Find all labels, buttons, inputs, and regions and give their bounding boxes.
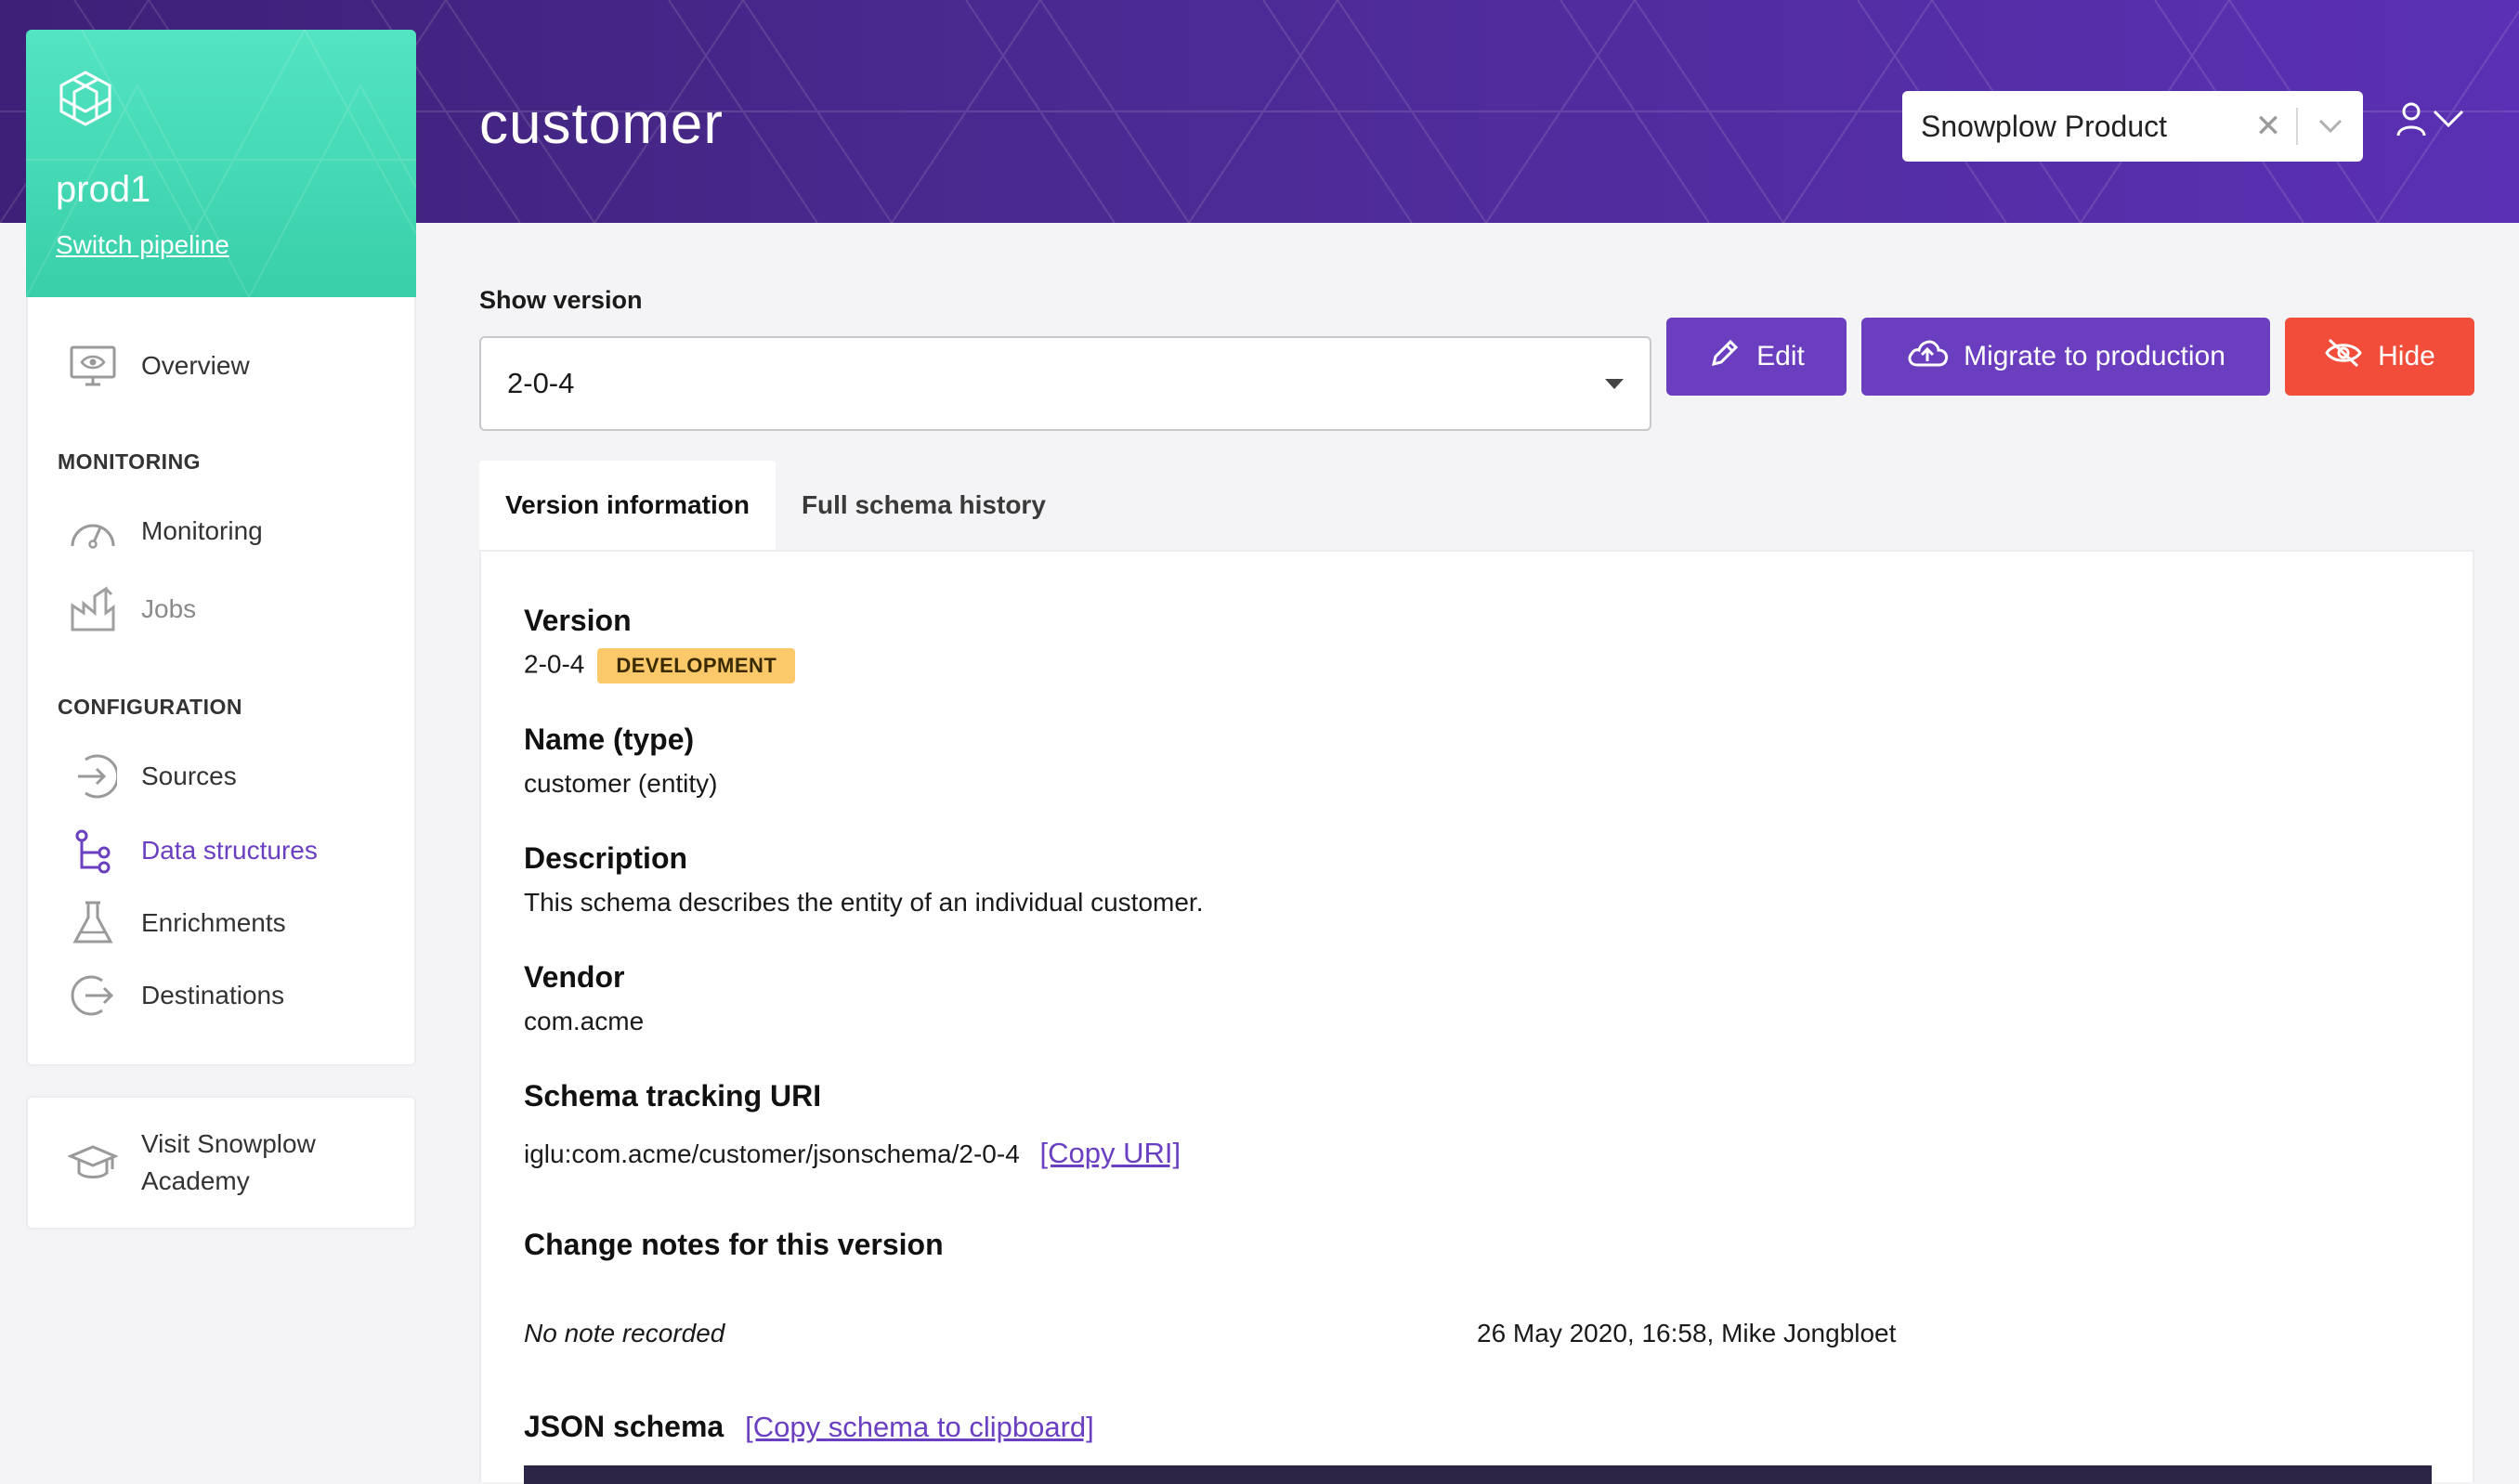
caret-down-icon xyxy=(1605,378,1624,389)
chevron-down-icon xyxy=(2432,109,2465,134)
change-notes-label: Change notes for this version xyxy=(524,1228,944,1261)
organization-select[interactable]: Snowplow Product ✕ xyxy=(1902,91,2363,162)
note-timestamp-author: 26 May 2020, 16:58, Mike Jongbloet xyxy=(1477,1319,1897,1347)
migrate-button-label: Migrate to production xyxy=(1964,341,2225,371)
schema-uri-row: iglu:com.acme/customer/jsonschema/2-0-4 … xyxy=(524,1137,1181,1170)
factory-icon xyxy=(65,581,121,637)
schema-uri-value: iglu:com.acme/customer/jsonschema/2-0-4 xyxy=(524,1139,1020,1168)
page-title: customer xyxy=(479,92,724,156)
graduation-cap-icon xyxy=(65,1143,121,1182)
sidebar: Overview MONITORING Monitoring Jobs CONF… xyxy=(26,297,416,1066)
description-label: Description xyxy=(524,841,688,875)
sidebar-item-label: Data structures xyxy=(141,836,318,865)
pencil-icon xyxy=(1708,336,1742,377)
show-version-label: Show version xyxy=(479,286,643,314)
cloud-upload-icon xyxy=(1906,337,1949,376)
sidebar-item-label: Jobs xyxy=(141,594,197,623)
section-heading-monitoring: MONITORING xyxy=(58,449,202,474)
section-heading-configuration: CONFIGURATION xyxy=(58,695,243,719)
flask-icon xyxy=(65,895,121,951)
data-structures-icon xyxy=(65,823,121,879)
json-schema-row: JSON schema [Copy schema to clipboard] xyxy=(524,1410,1094,1444)
pipeline-card: prod1 Switch pipeline xyxy=(26,30,416,297)
tab-full-schema-history[interactable]: Full schema history xyxy=(776,461,1072,550)
sidebar-item-destinations[interactable]: Destinations xyxy=(28,966,414,1025)
hide-button-label: Hide xyxy=(2378,341,2435,371)
json-schema-code-block xyxy=(524,1465,2432,1484)
sidebar-item-label: Overview xyxy=(141,351,250,380)
no-note-text: No note recorded xyxy=(524,1319,725,1347)
sidebar-item-sources[interactable]: Sources xyxy=(28,747,414,806)
version-value: 2-0-4 xyxy=(524,649,585,679)
gauge-icon xyxy=(65,503,121,559)
sidebar-item-enrichments[interactable]: Enrichments xyxy=(28,893,414,953)
vendor-label: Vendor xyxy=(524,960,625,994)
sign-out-icon xyxy=(65,968,121,1023)
close-icon[interactable]: ✕ xyxy=(2240,108,2296,145)
version-select[interactable]: 2-0-4 xyxy=(479,336,1651,431)
copy-schema-link[interactable]: [Copy schema to clipboard] xyxy=(745,1411,1094,1443)
academy-link[interactable]: Visit Snowplow Academy xyxy=(26,1096,416,1230)
vendor-value: com.acme xyxy=(524,1007,645,1035)
name-value: customer (entity) xyxy=(524,769,718,798)
edit-button[interactable]: Edit xyxy=(1666,318,1847,396)
tab-bar: Version information Full schema history xyxy=(479,461,1072,550)
status-badge: DEVELOPMENT xyxy=(597,648,796,683)
switch-pipeline-link[interactable]: Switch pipeline xyxy=(56,230,229,260)
sign-in-icon xyxy=(65,749,121,804)
edit-button-label: Edit xyxy=(1756,341,1805,371)
hide-button[interactable]: Hide xyxy=(2285,318,2474,396)
version-value-row: 2-0-4 DEVELOPMENT xyxy=(524,648,796,683)
user-icon xyxy=(2395,100,2428,142)
academy-label: Visit Snowplow Academy xyxy=(141,1129,316,1195)
sidebar-item-label: Enrichments xyxy=(141,908,286,937)
sidebar-item-data-structures[interactable]: Data structures xyxy=(28,821,414,880)
sidebar-item-monitoring[interactable]: Monitoring xyxy=(28,501,414,561)
name-label: Name (type) xyxy=(524,722,695,756)
tab-version-information[interactable]: Version information xyxy=(479,461,776,550)
version-information-panel: Version 2-0-4 DEVELOPMENT Name (type) cus… xyxy=(479,550,2474,1484)
version-label: Version xyxy=(524,604,632,637)
sidebar-item-overview[interactable]: Overview xyxy=(28,336,414,396)
sidebar-item-label: Sources xyxy=(141,762,237,790)
eye-slash-icon xyxy=(2324,337,2363,376)
json-schema-label: JSON schema xyxy=(524,1410,724,1443)
version-select-value: 2-0-4 xyxy=(507,367,575,399)
monitor-eye-icon xyxy=(65,338,121,394)
migrate-to-production-button[interactable]: Migrate to production xyxy=(1861,318,2270,396)
user-menu[interactable] xyxy=(2395,100,2465,142)
copy-uri-link[interactable]: [Copy URI] xyxy=(1040,1137,1181,1169)
schema-uri-label: Schema tracking URI xyxy=(524,1079,822,1113)
pipeline-name: prod1 xyxy=(56,169,151,210)
description-value: This schema describes the entity of an i… xyxy=(524,888,1204,917)
organization-select-value: Snowplow Product xyxy=(1921,109,2168,143)
sidebar-item-jobs[interactable]: Jobs xyxy=(28,579,414,639)
sidebar-item-label: Monitoring xyxy=(141,516,263,545)
sidebar-item-label: Destinations xyxy=(141,981,285,1009)
snowplow-logo-icon xyxy=(54,69,117,133)
chevron-down-icon[interactable] xyxy=(2298,118,2363,135)
